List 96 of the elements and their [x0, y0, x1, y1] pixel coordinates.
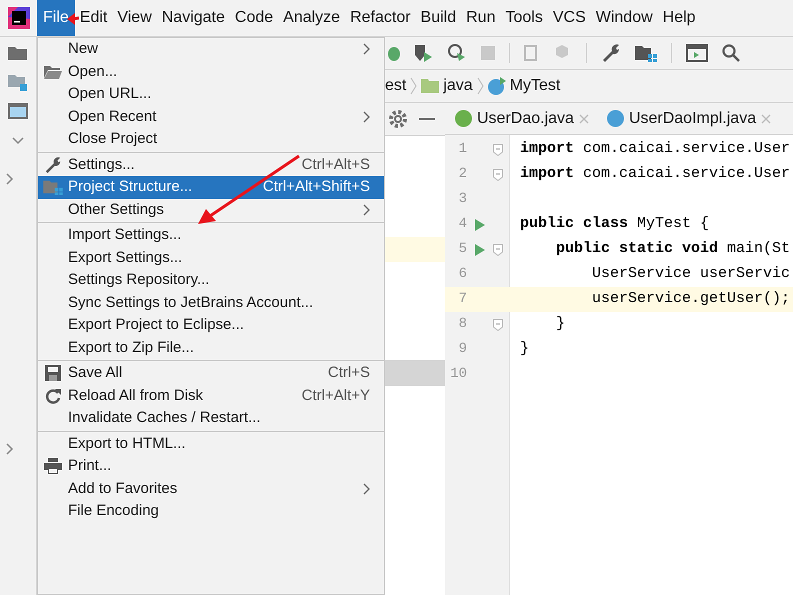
- document-icon: [524, 45, 540, 61]
- code-line: import com.caicai.service.User: [519, 139, 790, 160]
- profiler-icon[interactable]: [447, 43, 467, 63]
- folder-grid-icon[interactable]: [635, 44, 657, 62]
- folder-icon: [421, 79, 440, 93]
- code-line: public static void main(St: [555, 239, 790, 260]
- annotation-arrow: [67, 12, 79, 26]
- menu-bar-item[interactable]: File: [37, 0, 75, 36]
- folder-icon: [44, 64, 62, 79]
- menu-bar-item[interactable]: Tools: [500, 0, 548, 36]
- wrench-icon: [44, 156, 62, 174]
- fold-icon[interactable]: [493, 318, 503, 330]
- menu-bar-item[interactable]: Run: [461, 0, 500, 36]
- line-number: 3: [458, 190, 467, 209]
- close-icon[interactable]: [578, 114, 589, 124]
- menu-item[interactable]: Close Project: [38, 128, 384, 150]
- line-number: 7: [458, 290, 467, 309]
- code-line: UserService userServic: [591, 264, 790, 284]
- menu-item[interactable]: Sync Settings to JetBrains Account...: [38, 292, 384, 314]
- code-line: import com.caicai.service.User: [519, 164, 790, 184]
- window-icon[interactable]: [8, 103, 28, 119]
- interface-icon: [455, 110, 472, 127]
- class-icon: [606, 110, 624, 127]
- chevron-icon[interactable]: [6, 443, 14, 455]
- menu-item[interactable]: Add to Favorites: [38, 478, 384, 500]
- menu-item[interactable]: Open...: [38, 60, 384, 83]
- breadcrumb-item[interactable]: est: [385, 74, 406, 98]
- class-icon: [488, 77, 506, 95]
- stop-icon: [481, 46, 495, 60]
- search-icon[interactable]: [722, 44, 740, 62]
- editor-tab[interactable]: UserDaoImpl.java: [628, 106, 756, 130]
- line-number: 9: [458, 340, 467, 359]
- menu-bar-item[interactable]: Navigate: [156, 0, 230, 36]
- folder-icon[interactable]: [8, 45, 28, 61]
- line-number: 5: [458, 240, 467, 259]
- line-number: 1: [458, 140, 467, 159]
- breadcrumb-item[interactable]: MyTest: [510, 74, 560, 98]
- line-number: 2: [458, 165, 467, 184]
- menu-item[interactable]: Export Project to Eclipse...: [38, 314, 384, 336]
- line-number: 4: [458, 215, 467, 234]
- menu-item[interactable]: Open URL...: [38, 83, 384, 106]
- menu-item[interactable]: Print...: [38, 455, 384, 478]
- menu-item[interactable]: Export to HTML...: [38, 432, 384, 455]
- editor-tab[interactable]: UserDao.java: [477, 106, 574, 130]
- chevron-icon: [476, 77, 484, 95]
- menu-item[interactable]: Project Structure... Ctrl+Alt+Shift+S: [38, 176, 384, 198]
- code-line: userService.getUser();: [591, 289, 790, 310]
- menu-bar-item[interactable]: Edit: [74, 0, 112, 36]
- menu-item[interactable]: File Encoding: [38, 500, 384, 522]
- menu-bar-item[interactable]: Build: [416, 0, 462, 36]
- chevron-icon[interactable]: [12, 137, 24, 145]
- folder-grid-icon: [43, 179, 63, 196]
- fold-icon[interactable]: [493, 168, 503, 180]
- minimize-icon[interactable]: [419, 117, 435, 121]
- breadcrumb-item[interactable]: java: [443, 74, 473, 98]
- menu-bar-item[interactable]: Analyze: [278, 0, 346, 36]
- menu-item[interactable]: Open Recent: [38, 106, 384, 128]
- app-logo-icon[interactable]: [8, 7, 30, 29]
- reload-icon: [45, 388, 61, 404]
- shield-run-icon[interactable]: [413, 43, 433, 63]
- save-icon: [45, 365, 61, 382]
- menu-item[interactable]: Reload All from Disk Ctrl+Alt+Y: [38, 384, 384, 407]
- menu-item[interactable]: Settings... Ctrl+Alt+S: [38, 154, 384, 176]
- menu-item[interactable]: Invalidate Caches / Restart...: [38, 407, 384, 430]
- line-number: 8: [458, 315, 467, 334]
- menu-bar-item[interactable]: View: [112, 0, 157, 36]
- menu-bar-item[interactable]: Window: [590, 0, 658, 36]
- code-line: }: [555, 314, 566, 334]
- printer-icon: [44, 458, 62, 474]
- menu-item[interactable]: Save All Ctrl+S: [38, 362, 384, 384]
- line-number: 6: [458, 265, 467, 284]
- terminal-icon[interactable]: [686, 44, 708, 62]
- chevron-icon[interactable]: [6, 173, 14, 185]
- code-line: }: [519, 339, 530, 360]
- menu-bar-item[interactable]: Help: [658, 0, 701, 36]
- fold-icon[interactable]: [493, 144, 503, 156]
- menu-item[interactable]: Export to Zip File...: [38, 336, 384, 359]
- menu-item[interactable]: Other Settings: [38, 198, 384, 221]
- row-highlight: [385, 237, 445, 262]
- folder-icon[interactable]: [8, 73, 28, 91]
- line-number: 10: [449, 365, 467, 384]
- code-line: public class MyTest {: [519, 214, 710, 234]
- menu-item[interactable]: Export Settings...: [38, 246, 384, 269]
- fold-icon[interactable]: [493, 244, 503, 256]
- menu-bar-item[interactable]: VCS: [548, 0, 591, 36]
- menu-bar-item[interactable]: Refactor: [345, 0, 416, 36]
- run-icon[interactable]: [475, 218, 485, 230]
- run-icon[interactable]: [475, 244, 485, 256]
- wrench-icon[interactable]: [601, 43, 621, 63]
- menu-item[interactable]: New: [38, 38, 384, 60]
- menu-item[interactable]: Import Settings...: [38, 224, 384, 246]
- menu-item[interactable]: Settings Repository...: [38, 269, 384, 292]
- menu-bar-item[interactable]: Code: [230, 0, 278, 36]
- settings-icon[interactable]: [389, 110, 407, 128]
- chevron-icon: [410, 77, 418, 95]
- close-icon[interactable]: [761, 114, 772, 124]
